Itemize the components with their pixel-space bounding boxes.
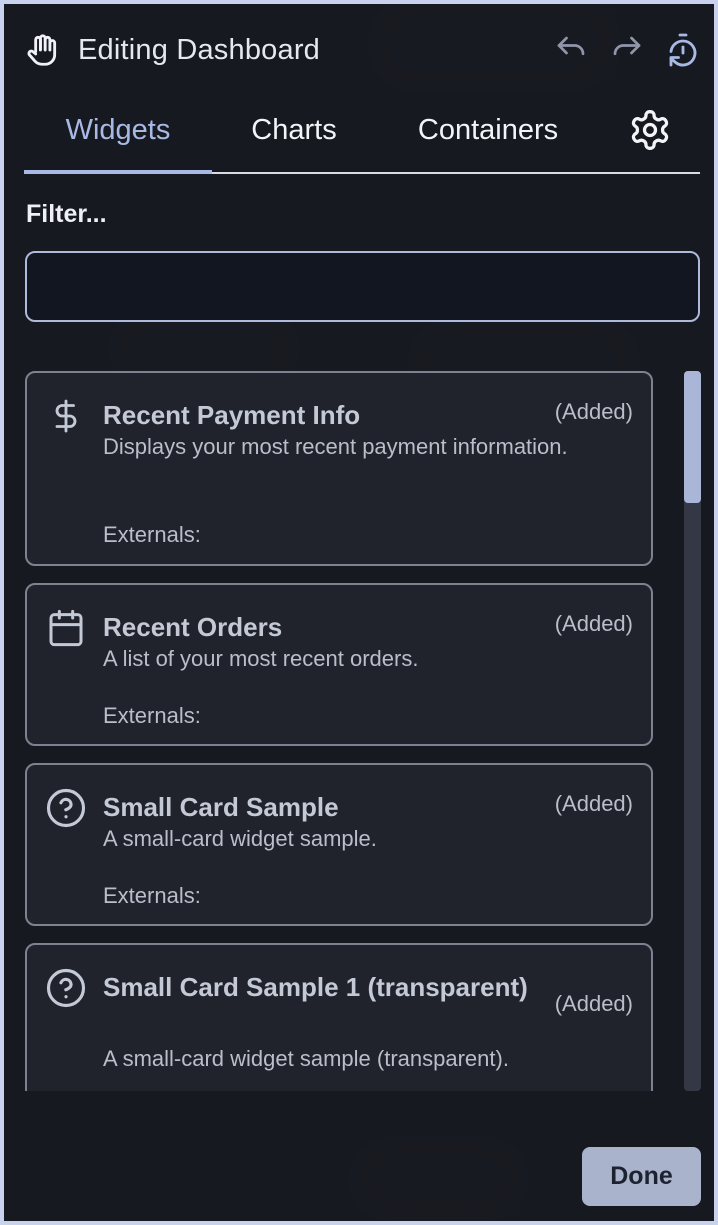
undo-icon [557,36,585,56]
editor-panel: Editing Dashboard Widgets Charts Contain… [4,4,714,1221]
widget-card-recent-orders[interactable]: Recent Orders (Added) A list of your mos… [25,583,653,746]
widget-title: Small Card Sample 1 (transparent) [103,972,528,1002]
dashboard-editor-window: Editing Dashboard Widgets Charts Contain… [4,4,714,1221]
list-scrollbar[interactable] [684,371,701,1091]
undo-button[interactable] [552,31,590,69]
dollar-icon [45,395,87,437]
help-circle-icon [45,967,87,1009]
widget-externals: Externals: [103,522,201,547]
tab-bar: Widgets Charts Containers [24,102,700,174]
tab-containers[interactable]: Containers [376,102,600,172]
tab-widgets[interactable]: Widgets [24,102,212,174]
history-button[interactable] [664,31,702,69]
timer-reset-icon [669,33,697,67]
done-button[interactable]: Done [582,1147,701,1206]
filter-label: Filter... [26,200,107,228]
hand-icon [22,30,62,70]
widget-card-recent-payment-info[interactable]: Recent Payment Info (Added) Displays you… [25,371,653,566]
help-circle-icon [45,787,87,829]
widget-externals: Externals: [103,883,201,908]
widget-card-small-card-sample-1-transparent[interactable]: Small Card Sample 1 (transparent) (Added… [25,943,653,1091]
widget-externals: Externals: [103,703,201,728]
panel-header: Editing Dashboard [22,26,702,74]
widget-status: (Added) [554,611,633,636]
filter-input[interactable] [25,251,700,322]
tab-settings[interactable] [600,102,700,172]
header-actions [552,31,702,69]
widget-status: (Added) [554,791,633,816]
page-title: Editing Dashboard [78,33,320,66]
widget-title: Small Card Sample [103,792,339,822]
widget-description: Displays your most recent payment inform… [103,434,568,459]
redo-icon [613,36,641,56]
scrollbar-thumb[interactable] [684,371,701,503]
widget-title: Recent Payment Info [103,400,361,430]
tab-charts[interactable]: Charts [212,102,376,172]
widget-status: (Added) [554,399,633,424]
calendar-icon [45,607,87,649]
redo-button[interactable] [608,31,646,69]
widget-description: A list of your most recent orders. [103,646,419,671]
widget-card-small-card-sample[interactable]: Small Card Sample (Added) A small-card w… [25,763,653,926]
widget-description: A small-card widget sample (transparent)… [103,1046,509,1071]
widget-description: A small-card widget sample. [103,826,377,851]
gear-icon [631,110,669,150]
widget-status: (Added) [554,991,633,1016]
widget-list: Recent Payment Info (Added) Displays you… [25,371,653,1091]
widget-title: Recent Orders [103,612,283,642]
